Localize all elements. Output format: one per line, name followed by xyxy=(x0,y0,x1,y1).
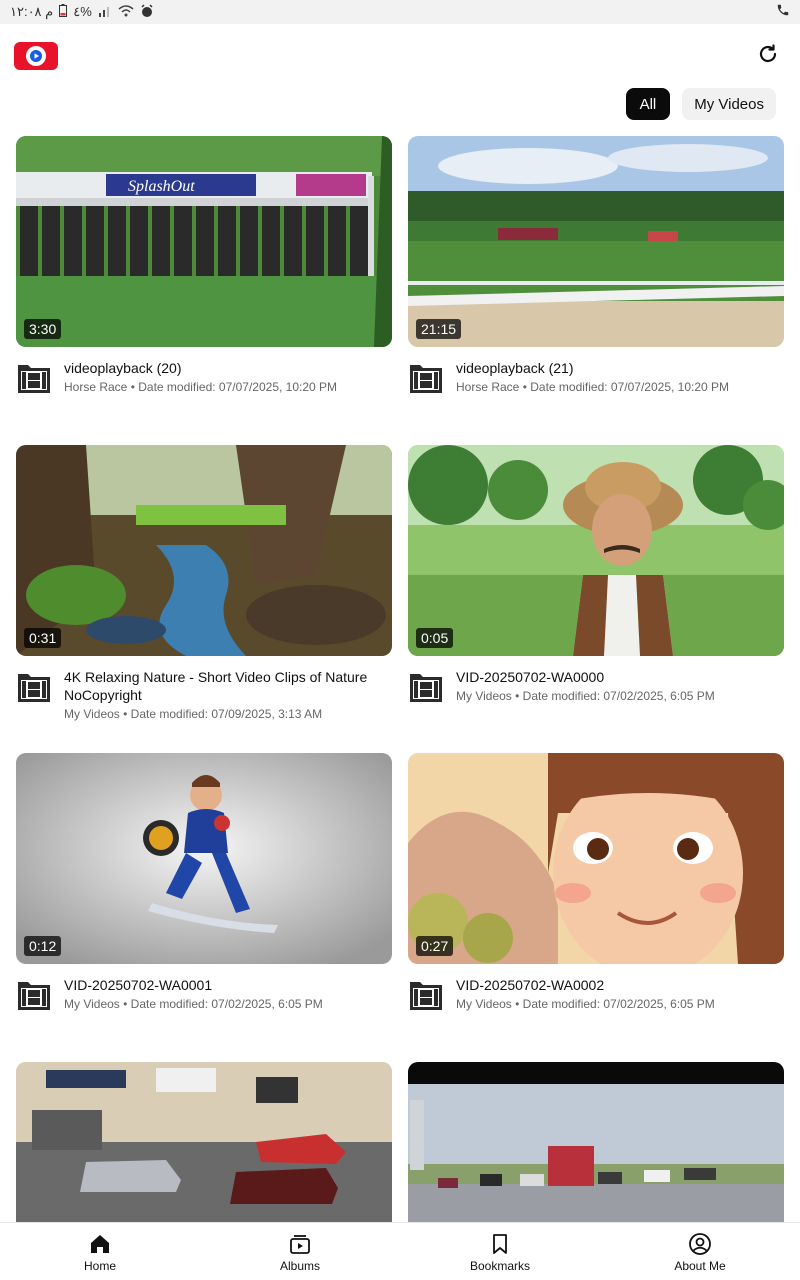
video-meta: VID-20250702-WA0001 My Videos • Date mod… xyxy=(16,976,392,1012)
video-title[interactable]: videoplayback (21) xyxy=(456,359,729,377)
video-duration: 0:05 xyxy=(416,628,454,648)
video-file-icon xyxy=(18,674,50,702)
video-text: VID-20250702-WA0000 My Videos • Date mod… xyxy=(456,668,715,704)
nav-albums[interactable]: Albums xyxy=(200,1223,400,1280)
call-icon xyxy=(776,3,790,21)
video-card[interactable]: 0:12 VID-20250702-WA0001 My Videos • Dat… xyxy=(16,753,392,1012)
status-left: ۱۲:۰۸ م ٤% xyxy=(10,3,154,21)
video-thumbnail[interactable]: 0:31 xyxy=(16,445,392,656)
nav-home[interactable]: Home xyxy=(0,1223,200,1280)
video-subtitle: Horse Race • Date modified: 07/07/2025, … xyxy=(64,380,338,394)
alarm-icon xyxy=(140,3,154,21)
video-file-icon xyxy=(410,982,442,1010)
battery-percent: ٤% xyxy=(73,4,92,19)
video-subtitle: My Videos • Date modified: 07/02/2025, 6… xyxy=(456,997,715,1011)
video-file-icon xyxy=(410,365,442,393)
nav-home-label: Home xyxy=(83,1258,116,1273)
nav-bookmarks-label: Bookmarks xyxy=(469,1258,531,1273)
video-duration: 0:27 xyxy=(416,936,454,956)
video-subtitle: My Videos • Date modified: 07/09/2025, 3… xyxy=(64,707,323,721)
video-duration: 21:15 xyxy=(416,319,462,339)
app-bar xyxy=(0,24,800,88)
home-icon xyxy=(88,1231,112,1257)
video-thumbnail[interactable]: 0:05 xyxy=(408,445,784,656)
svg-text:SplashOut: SplashOut xyxy=(128,178,195,195)
video-title[interactable]: VID-20250702-WA0001 xyxy=(64,976,323,994)
video-text: 4K Relaxing Nature - Short Video Clips o… xyxy=(64,668,392,721)
video-duration: 0:12 xyxy=(24,936,62,956)
video-file-icon xyxy=(410,674,442,702)
play-icon xyxy=(26,46,46,66)
video-card[interactable]: SplashOut 3:30 videoplayback (20) Horse … xyxy=(16,136,392,395)
video-thumbnail[interactable]: 21:15 xyxy=(408,136,784,347)
video-thumbnail[interactable] xyxy=(16,1062,392,1222)
video-player-logo xyxy=(14,42,58,70)
video-duration: 0:31 xyxy=(24,628,62,648)
video-text: videoplayback (20) Horse Race • Date mod… xyxy=(64,359,337,395)
nav-about-label: About Me xyxy=(674,1258,726,1273)
video-subtitle: My Videos • Date modified: 07/02/2025, 6… xyxy=(456,689,715,703)
video-meta: VID-20250702-WA0002 My Videos • Date mod… xyxy=(408,976,784,1012)
signal-icon xyxy=(98,5,112,20)
albums-icon xyxy=(288,1231,312,1257)
refresh-button[interactable] xyxy=(754,40,782,68)
video-thumbnail[interactable]: 0:27 xyxy=(408,753,784,964)
video-grid: SplashOut 3:30 videoplayback (20) Horse … xyxy=(16,136,784,1222)
video-card[interactable] xyxy=(16,1062,392,1222)
video-text: VID-20250702-WA0002 My Videos • Date mod… xyxy=(456,976,715,1012)
video-thumbnail[interactable]: SplashOut 3:30 xyxy=(16,136,392,347)
video-meta: videoplayback (21) Horse Race • Date mod… xyxy=(408,359,784,395)
video-text: videoplayback (21) Horse Race • Date mod… xyxy=(456,359,729,395)
video-title[interactable]: VID-20250702-WA0000 xyxy=(456,668,715,686)
status-bar: ۱۲:۰۸ م ٤% xyxy=(0,0,800,24)
wifi-icon xyxy=(118,4,134,20)
video-file-icon xyxy=(18,365,50,393)
filter-chips: All My Videos xyxy=(625,88,776,120)
video-subtitle: My Videos • Date modified: 07/02/2025, 6… xyxy=(64,997,323,1011)
video-card[interactable]: 0:27 VID-20250702-WA0002 My Videos • Dat… xyxy=(408,753,784,1012)
video-subtitle: Horse Race • Date modified: 07/07/2025, … xyxy=(456,380,730,394)
video-meta: videoplayback (20) Horse Race • Date mod… xyxy=(16,359,392,395)
video-text: VID-20250702-WA0001 My Videos • Date mod… xyxy=(64,976,323,1012)
status-time: ۱۲:۰۸ م xyxy=(10,4,54,19)
filter-all-chip[interactable]: All xyxy=(625,88,671,120)
video-meta: 4K Relaxing Nature - Short Video Clips o… xyxy=(16,668,392,721)
filter-my-videos-chip[interactable]: My Videos xyxy=(682,88,776,120)
nav-albums-label: Albums xyxy=(279,1258,320,1273)
video-card[interactable] xyxy=(408,1062,784,1222)
nav-about[interactable]: About Me xyxy=(600,1223,800,1280)
video-title[interactable]: videoplayback (20) xyxy=(64,359,337,377)
video-thumbnail[interactable]: 0:12 xyxy=(16,753,392,964)
profile-icon xyxy=(688,1231,712,1257)
nav-bookmarks[interactable]: Bookmarks xyxy=(400,1223,600,1280)
battery-icon xyxy=(59,4,68,20)
video-title[interactable]: VID-20250702-WA0002 xyxy=(456,976,715,994)
video-card[interactable]: 0:31 4K Relaxing Nature - Short Video Cl… xyxy=(16,445,392,721)
video-thumbnail[interactable] xyxy=(408,1062,784,1222)
video-file-icon xyxy=(18,982,50,1010)
bottom-navigation: Home Albums Bookmarks About Me xyxy=(0,1222,800,1280)
refresh-icon xyxy=(759,44,777,63)
video-meta: VID-20250702-WA0000 My Videos • Date mod… xyxy=(408,668,784,704)
video-title[interactable]: 4K Relaxing Nature - Short Video Clips o… xyxy=(64,668,392,704)
video-card[interactable]: 0:05 VID-20250702-WA0000 My Videos • Dat… xyxy=(408,445,784,704)
bookmark-icon xyxy=(488,1231,512,1257)
video-card[interactable]: 21:15 videoplayback (21) Horse Race • Da… xyxy=(408,136,784,395)
video-duration: 3:30 xyxy=(24,319,62,339)
